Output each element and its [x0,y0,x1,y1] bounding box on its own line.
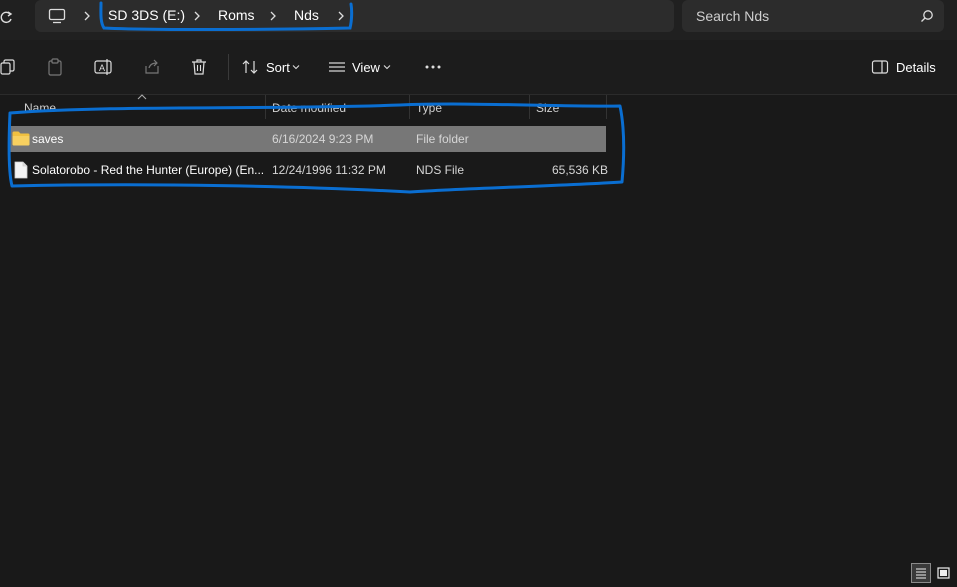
details-button[interactable]: Details [896,60,936,75]
chevron-right-icon[interactable] [267,10,279,22]
rename-icon[interactable]: A [94,58,112,76]
column-separator[interactable] [606,95,607,119]
sort-icon[interactable] [241,58,259,76]
folder-icon [12,131,30,146]
file-type: File folder [416,132,469,146]
svg-text:A: A [99,63,105,73]
details-view-toggle[interactable] [911,563,931,583]
column-date-modified[interactable]: Date modified [272,101,346,115]
view-button[interactable]: View [352,60,380,75]
file-name[interactable]: Solatorobo - Red the Hunter (Europe) (En… [32,163,264,177]
chevron-right-icon[interactable] [335,10,347,22]
more-options-icon[interactable] [424,58,442,76]
file-type: NDS File [416,163,465,177]
paste-icon[interactable] [46,58,64,76]
list-view-icon [916,568,926,579]
file-row-saves[interactable]: saves 6/16/2024 9:23 PM File folder [8,126,606,152]
sort-ascending-icon [137,94,147,100]
column-header: Name Date modified Type Size [0,94,957,120]
refresh-icon[interactable] [0,8,14,26]
toolbar-divider [228,54,229,80]
breadcrumb-nds[interactable]: Nds [294,7,319,23]
column-separator[interactable] [265,95,266,119]
column-separator[interactable] [409,95,410,119]
file-size: 65,536 KB [552,163,609,177]
details-pane-icon[interactable] [871,58,889,76]
breadcrumb-roms[interactable]: Roms [218,7,255,23]
column-separator[interactable] [529,95,530,119]
address-bar[interactable]: SD 3DS (E:) Roms Nds [35,0,674,32]
file-date: 12/24/1996 11:32 PM [272,163,386,177]
file-name[interactable]: saves [32,132,63,146]
chevron-right-icon[interactable] [191,10,203,22]
file-icon [14,161,28,179]
view-icon[interactable] [328,58,346,76]
search-box[interactable]: Search Nds [682,0,944,32]
sort-button[interactable]: Sort [266,60,290,75]
address-bar-row: SD 3DS (E:) Roms Nds Search Nds [0,0,957,40]
file-explorer-window: SD 3DS (E:) Roms Nds Search Nds A Sort V… [0,0,957,587]
search-input[interactable]: Search Nds [696,8,769,24]
chevron-down-icon[interactable] [383,63,391,71]
breadcrumb-drive[interactable]: SD 3DS (E:) [108,7,185,23]
large-icons-view-icon [937,567,950,579]
delete-icon[interactable] [190,58,208,76]
this-pc-icon[interactable] [48,8,66,24]
column-name[interactable]: Name [24,101,56,115]
command-bar: A Sort View Details [0,40,957,95]
tiles-view-toggle[interactable] [933,563,953,583]
share-icon[interactable] [143,58,161,76]
chevron-right-icon[interactable] [81,10,93,22]
copy-icon[interactable] [0,58,18,76]
chevron-down-icon[interactable] [292,63,300,71]
column-type[interactable]: Type [416,101,442,115]
file-date: 6/16/2024 9:23 PM [272,132,374,146]
column-size[interactable]: Size [536,101,559,115]
file-row-solatorobo[interactable]: Solatorobo - Red the Hunter (Europe) (En… [8,157,609,183]
search-icon[interactable] [920,9,934,23]
